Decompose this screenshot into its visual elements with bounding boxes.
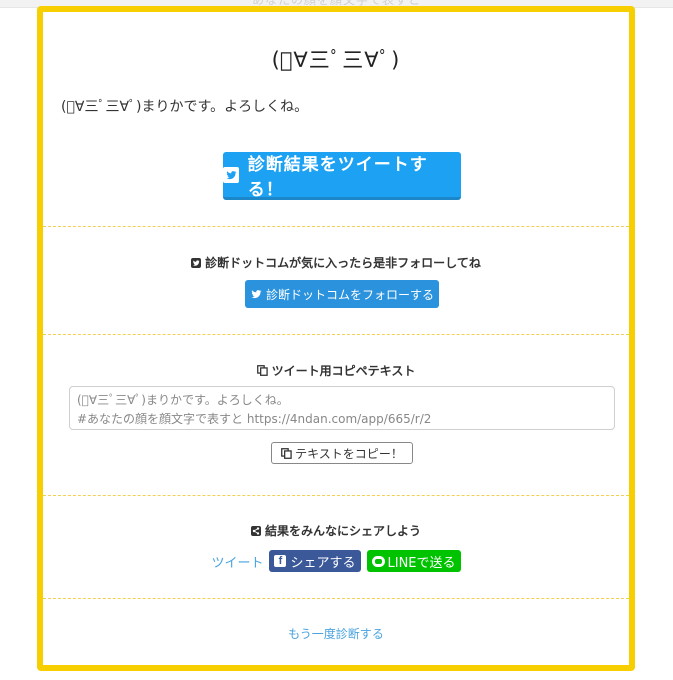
section-divider — [43, 495, 629, 496]
section-divider — [43, 598, 629, 599]
twitter-icon — [191, 257, 202, 268]
copy-icon — [281, 447, 292, 459]
share-buttons: ツイート f シェアする LINEで送る — [43, 550, 629, 572]
tweet-result-label: 診断結果をツイートする！ — [247, 154, 428, 200]
follow-button-label: 診断ドットコムをフォローする — [265, 287, 434, 302]
retry-link[interactable]: もう一度診断する — [43, 625, 629, 642]
facebook-share-button[interactable]: f シェアする — [269, 550, 361, 572]
facebook-share-label: シェアする — [290, 555, 356, 571]
twitter-icon — [251, 290, 262, 299]
copy-icon — [256, 365, 268, 376]
share-heading-text: 結果をみんなにシェアしよう — [264, 524, 421, 538]
result-card: (ﾟ∀三ﾟ三∀ﾟ) (ﾟ∀三ﾟ三∀ﾟ)まりかです。よろしくね。 診断結果をツイー… — [37, 6, 635, 671]
line-share-label: LINEで送る — [387, 555, 456, 571]
share-icon — [250, 525, 261, 536]
line-icon — [371, 555, 385, 567]
copy-text-button[interactable]: テキストをコピー！ — [271, 442, 413, 464]
copy-heading: ツイート用コピペテキスト — [43, 362, 629, 379]
follow-button[interactable]: 診断ドットコムをフォローする — [245, 280, 439, 308]
twitter-icon — [223, 166, 239, 183]
tweet-result-button[interactable]: 診断結果をツイートする！ — [223, 152, 461, 200]
copy-textarea[interactable]: (ﾟ∀三ﾟ三∀ﾟ)まりかです。よろしくね。 #あなたの顔を顔文字で表すと htt… — [69, 386, 615, 430]
copy-heading-text: ツイート用コピペテキスト — [271, 364, 416, 378]
result-text: (ﾟ∀三ﾟ三∀ﾟ)まりかです。よろしくね。 — [61, 99, 309, 115]
result-title: (ﾟ∀三ﾟ三∀ﾟ) — [271, 48, 401, 72]
copy-text-line2: #あなたの顔を顔文字で表すと https://4ndan.com/app/665… — [77, 412, 432, 426]
line-share-button[interactable]: LINEで送る — [366, 550, 461, 572]
copy-button-label: テキストをコピー！ — [295, 446, 403, 461]
share-heading: 結果をみんなにシェアしよう — [43, 522, 629, 539]
facebook-icon: f — [274, 555, 287, 567]
share-tweet-link[interactable]: ツイート — [211, 552, 263, 571]
section-divider — [43, 334, 629, 335]
copy-text-line1: (ﾟ∀三ﾟ三∀ﾟ)まりかです。よろしくね。 — [77, 393, 289, 407]
follow-heading: 診断ドットコムが気に入ったら是非フォローしてね — [43, 254, 629, 271]
follow-heading-text: 診断ドットコムが気に入ったら是非フォローしてね — [205, 256, 481, 270]
section-divider — [43, 226, 629, 227]
